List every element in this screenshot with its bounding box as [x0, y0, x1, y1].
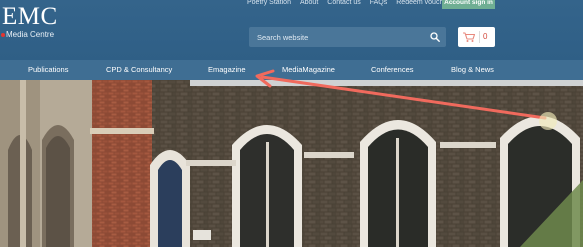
nav-cpd-consultancy[interactable]: CPD & Consultancy	[106, 60, 172, 80]
logo-subtitle: Media Centre	[6, 30, 55, 39]
link-contact-us[interactable]: Contact us	[327, 0, 360, 9]
cart-icon	[463, 32, 476, 42]
utility-links: Poetry Station About Contact us FAQs Red…	[247, 0, 450, 9]
nav-emagazine[interactable]: Emagazine	[208, 60, 246, 80]
link-about[interactable]: About	[300, 0, 318, 9]
nav-blog-news[interactable]: Blog & News	[451, 60, 494, 80]
logo-text: EMC	[2, 3, 58, 30]
hero-image	[0, 80, 583, 247]
account-signin-button[interactable]: Account sign in	[442, 0, 495, 9]
logo-dot	[1, 32, 5, 37]
cart-divider	[479, 31, 480, 43]
cart-button[interactable]: 0	[458, 27, 495, 47]
site-logo[interactable]: EMC Media Centre	[1, 3, 58, 40]
main-nav: Publications CPD & Consultancy Emagazine…	[0, 60, 583, 80]
site-header: EMC Media Centre Poetry Station About Co…	[0, 0, 583, 60]
search-box	[249, 27, 446, 47]
link-poetry-station[interactable]: Poetry Station	[247, 0, 291, 9]
nav-mediamagazine[interactable]: MediaMagazine	[282, 60, 335, 80]
building-photo	[0, 80, 583, 247]
link-faqs[interactable]: FAQs	[370, 0, 388, 9]
cart-count: 0	[483, 32, 488, 41]
search-icon[interactable]	[430, 32, 440, 42]
search-input[interactable]	[249, 27, 427, 47]
nav-conferences[interactable]: Conferences	[371, 60, 414, 80]
nav-publications[interactable]: Publications	[28, 60, 68, 80]
